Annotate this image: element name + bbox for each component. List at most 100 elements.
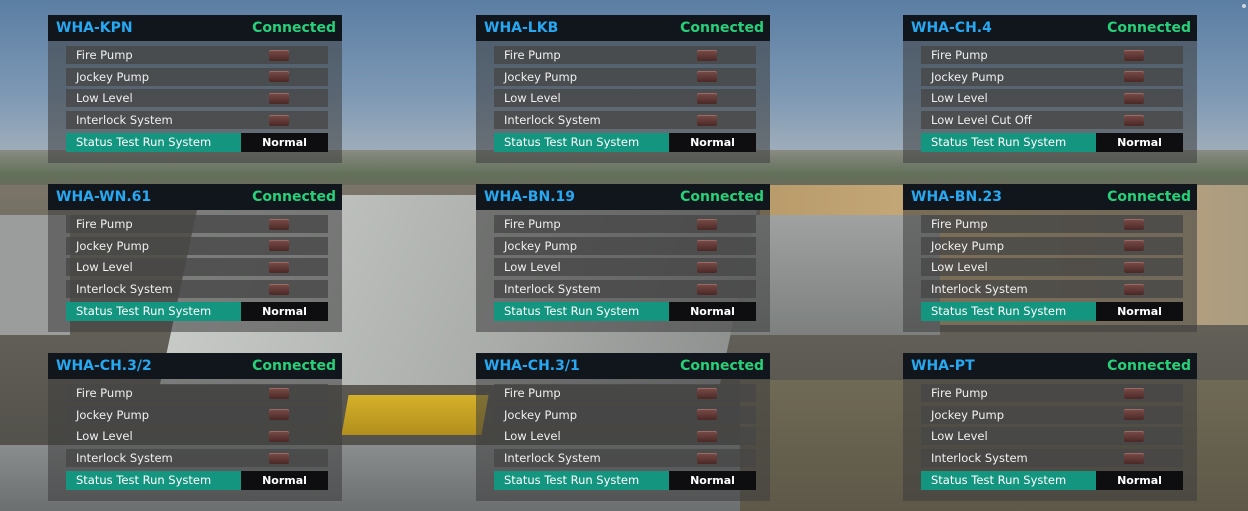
indicator-lamp [1124,92,1144,104]
indicator-lamp [697,71,717,83]
station-panel: WHA-BN.23 Connected Fire Pump Jockey Pum… [903,184,1201,332]
panel-body: Fire Pump Jockey Pump Low Level Low Leve… [903,41,1197,163]
indicator-lamp [697,283,717,295]
station-name: WHA-CH.3/2 [56,358,152,374]
panel-body: Fire Pump Jockey Pump Low Level Interloc… [476,379,770,501]
station-name: WHA-CH.4 [911,20,992,36]
signal-row: Interlock System [921,449,1183,468]
signal-label: Fire Pump [931,386,988,400]
signal-row: Jockey Pump [921,405,1183,424]
signal-row: Low Level [494,258,756,277]
status-value: Normal [669,301,756,321]
signal-label: Jockey Pump [76,238,150,253]
signal-label: Jockey Pump [931,238,1005,253]
panel-header: WHA-CH.3/1 Connected [476,353,770,379]
indicator-lamp [1124,240,1144,252]
connection-status: Connected [252,20,336,36]
connection-status: Connected [1107,20,1191,36]
signal-label: Low Level [504,260,561,275]
indicator-lamp [697,49,717,61]
status-test-run-row: Status Test Run System Normal [494,470,756,490]
signal-row: Interlock System [66,449,328,468]
status-label: Status Test Run System [921,470,1096,490]
panel-header: WHA-CH.4 Connected [903,15,1197,41]
panel-body: Fire Pump Jockey Pump Low Level Interloc… [48,210,342,332]
signal-row: Low Level [921,427,1183,446]
connection-status: Connected [1107,189,1191,205]
signal-row: Low Level [66,258,328,277]
indicator-lamp [1124,261,1144,273]
station-panel: WHA-BN.19 Connected Fire Pump Jockey Pum… [476,184,774,332]
indicator-lamp [1124,71,1144,83]
signal-row: Jockey Pump [66,67,328,86]
connection-status: Connected [680,20,764,36]
status-test-run-row: Status Test Run System Normal [494,132,756,152]
signal-row: Jockey Pump [494,67,756,86]
signal-label: Interlock System [76,282,173,297]
signal-label: Jockey Pump [76,69,150,84]
signal-label: Fire Pump [76,386,133,400]
station-panel: WHA-WN.61 Connected Fire Pump Jockey Pum… [48,184,346,332]
station-name: WHA-PT [911,358,975,374]
status-test-run-row: Status Test Run System Normal [66,132,328,152]
indicator-lamp [1124,49,1144,61]
indicator-lamp [269,387,289,399]
signal-row: Fire Pump [66,215,328,233]
signal-label: Jockey Pump [504,69,578,84]
signal-label: Low Level Cut Off [931,113,1032,128]
indicator-lamp [697,240,717,252]
signal-label: Fire Pump [504,217,561,231]
signal-row: Low Level [494,427,756,446]
signal-label: Low Level [504,429,561,444]
status-value: Normal [669,470,756,490]
signal-label: Interlock System [504,282,601,297]
station-name: WHA-WN.61 [56,189,152,205]
signal-label: Low Level [504,91,561,106]
status-label: Status Test Run System [66,470,241,490]
status-value: Normal [669,132,756,152]
status-test-run-row: Status Test Run System Normal [66,470,328,490]
signal-row: Jockey Pump [921,67,1183,86]
station-name: WHA-KPN [56,20,133,36]
signal-row: Interlock System [494,280,756,299]
indicator-lamp [269,71,289,83]
indicator-lamp [1124,430,1144,442]
signal-label: Low Level [76,429,133,444]
signal-label: Jockey Pump [504,238,578,253]
status-label: Status Test Run System [66,301,241,321]
panel-body: Fire Pump Jockey Pump Low Level Interloc… [476,41,770,163]
status-label: Status Test Run System [494,301,669,321]
station-name: WHA-LKB [484,20,559,36]
signal-row: Fire Pump [66,384,328,402]
panel-header: WHA-WN.61 Connected [48,184,342,210]
status-label: Status Test Run System [494,470,669,490]
status-test-run-row: Status Test Run System Normal [921,470,1183,490]
signal-row: Fire Pump [921,215,1183,233]
panel-body: Fire Pump Jockey Pump Low Level Interloc… [48,379,342,501]
signal-row: Fire Pump [66,46,328,64]
status-test-run-row: Status Test Run System Normal [66,301,328,321]
signal-row: Jockey Pump [494,236,756,255]
station-panel: WHA-LKB Connected Fire Pump Jockey Pump … [476,15,774,163]
signal-label: Jockey Pump [931,407,1005,422]
indicator-lamp [1124,452,1144,464]
panel-header: WHA-PT Connected [903,353,1197,379]
window-corner-dot [1242,4,1246,8]
signal-row: Interlock System [494,449,756,468]
station-name: WHA-CH.3/1 [484,358,580,374]
panel-header: WHA-BN.19 Connected [476,184,770,210]
indicator-lamp [1124,218,1144,230]
station-panel: WHA-CH.4 Connected Fire Pump Jockey Pump… [903,15,1201,163]
panel-body: Fire Pump Jockey Pump Low Level Interloc… [903,379,1197,501]
signal-row: Fire Pump [921,384,1183,402]
station-panel: WHA-CH.3/2 Connected Fire Pump Jockey Pu… [48,353,346,501]
indicator-lamp [1124,387,1144,399]
signal-label: Fire Pump [504,48,561,62]
station-panel: WHA-PT Connected Fire Pump Jockey Pump L… [903,353,1201,501]
panel-body: Fire Pump Jockey Pump Low Level Interloc… [476,210,770,332]
indicator-lamp [269,452,289,464]
status-label: Status Test Run System [921,132,1096,152]
indicator-lamp [269,49,289,61]
signal-row: Low Level [494,89,756,108]
station-panel: WHA-KPN Connected Fire Pump Jockey Pump … [48,15,346,163]
